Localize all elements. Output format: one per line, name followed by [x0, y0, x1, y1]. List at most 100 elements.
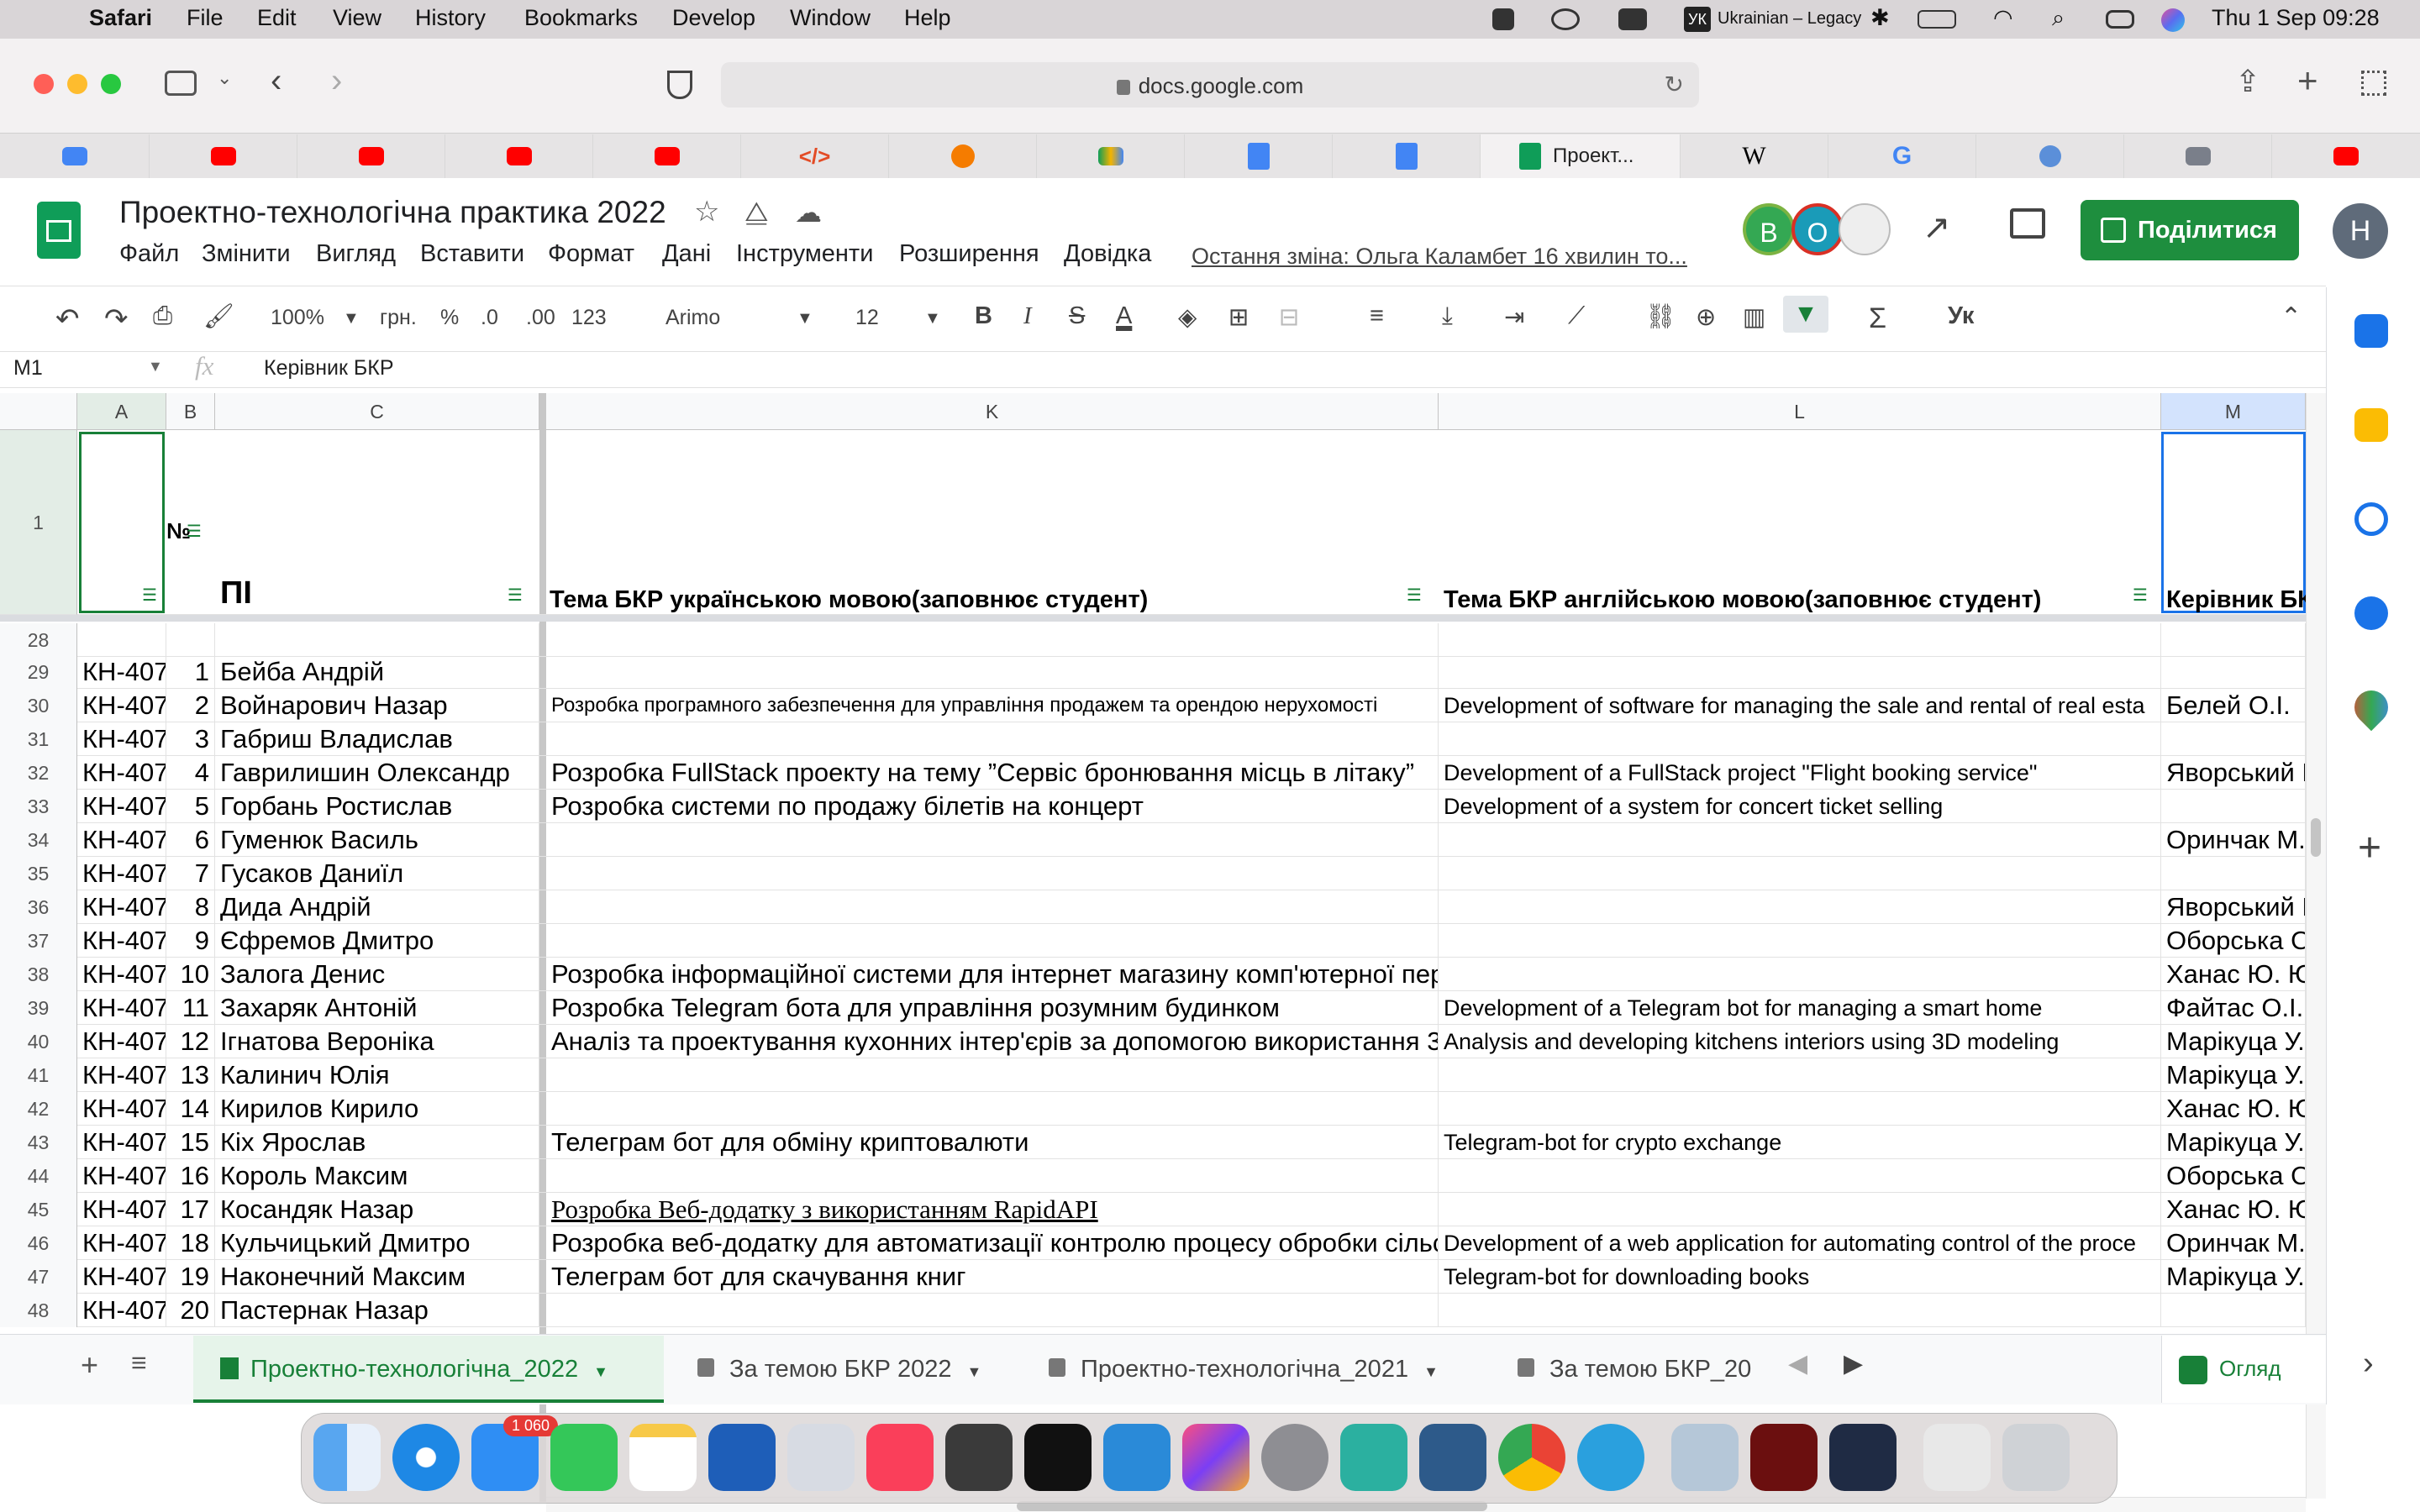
table-cell[interactable]: [166, 623, 215, 657]
share-button[interactable]: Поділитися: [2081, 200, 2299, 260]
table-cell[interactable]: Telegram-bot for crypto exchange: [1439, 1126, 2161, 1159]
name-box[interactable]: M1: [13, 356, 43, 381]
row-header[interactable]: 33: [0, 790, 77, 823]
collaborator-avatar[interactable]: О: [1791, 203, 1844, 255]
table-cell[interactable]: Гаврилишин Олександр: [215, 756, 539, 790]
table-cell[interactable]: [1439, 1159, 2161, 1193]
row-header[interactable]: 44: [0, 1159, 77, 1193]
row-header[interactable]: 1: [0, 430, 77, 615]
tab-wikipedia[interactable]: W: [1681, 134, 1828, 178]
keychain-icon[interactable]: [1340, 1424, 1407, 1491]
add-sheet-icon[interactable]: +: [81, 1347, 98, 1383]
forward-icon[interactable]: ›: [331, 62, 342, 100]
table-cell[interactable]: Єфремов Дмитро: [215, 924, 539, 958]
table-cell[interactable]: Марікуца У.: [2161, 1260, 2306, 1294]
table-cell[interactable]: [1439, 1193, 2161, 1226]
reload-icon[interactable]: ↻: [1665, 71, 1684, 98]
zoom-select[interactable]: 100%: [271, 306, 324, 330]
table-cell[interactable]: Development of a web application for aut…: [1439, 1226, 2161, 1260]
doc-title[interactable]: Проектно-технологічна практика 2022: [119, 195, 666, 230]
menubar-item-view[interactable]: View: [333, 5, 381, 31]
input-tools-button[interactable]: Ук: [1948, 302, 1974, 330]
table-cell[interactable]: [546, 655, 1439, 689]
table-cell[interactable]: Розробка FullStack проекту на тему ”Серв…: [546, 756, 1439, 790]
chevron-down-icon[interactable]: ▼: [148, 358, 163, 375]
row-header[interactable]: 35: [0, 857, 77, 890]
row-header[interactable]: 30: [0, 689, 77, 722]
row-header[interactable]: 29: [0, 655, 77, 689]
table-cell[interactable]: Наконечний Максим: [215, 1260, 539, 1294]
table-cell[interactable]: Кульчицький Дмитро: [215, 1226, 539, 1260]
table-cell[interactable]: 18: [166, 1226, 215, 1260]
table-cell[interactable]: 15: [166, 1126, 215, 1159]
add-addon-icon[interactable]: +: [2358, 825, 2381, 871]
vertical-scrollbar[interactable]: [2306, 393, 2326, 1499]
table-cell[interactable]: Захаряк Антоній: [215, 991, 539, 1025]
table-cell[interactable]: КН-407: [77, 1260, 166, 1294]
table-cell[interactable]: [1439, 722, 2161, 756]
currency-format-button[interactable]: грн.: [380, 306, 417, 330]
table-cell[interactable]: Ханас Ю. Ю: [2161, 1092, 2306, 1126]
word-icon[interactable]: [708, 1424, 776, 1491]
last-edit-link[interactable]: Остання зміна: Ольга Каламбет 16 хвилин …: [1192, 244, 1687, 270]
row-header[interactable]: 39: [0, 991, 77, 1025]
redo-icon[interactable]: ↷: [104, 302, 129, 336]
status-app-icon[interactable]: [1492, 8, 1514, 30]
table-cell[interactable]: Залога Денис: [215, 958, 539, 991]
row-header[interactable]: 43: [0, 1126, 77, 1159]
table-cell[interactable]: [215, 623, 539, 657]
scroll-tabs-left-icon[interactable]: ◀: [1788, 1349, 1807, 1378]
table-cell[interactable]: [2161, 790, 2306, 823]
table-cell[interactable]: [1439, 924, 2161, 958]
launchpad-icon[interactable]: [787, 1424, 855, 1491]
menu-data[interactable]: Дані: [662, 240, 711, 268]
table-cell[interactable]: Файтас О.І.: [2161, 991, 2306, 1025]
input-source-badge[interactable]: УК: [1684, 7, 1711, 32]
table-cell[interactable]: 7: [166, 857, 215, 890]
more-collaborators-icon[interactable]: [1839, 203, 1891, 255]
column-header-m[interactable]: M: [2161, 393, 2306, 430]
cell-a1[interactable]: ☰: [79, 432, 165, 613]
flash-icon[interactable]: [1750, 1424, 1818, 1491]
close-window-icon[interactable]: [34, 74, 54, 94]
row-header[interactable]: 45: [0, 1193, 77, 1226]
tab-google-translate[interactable]: [0, 134, 150, 178]
tab-code[interactable]: </>: [741, 134, 889, 178]
battery-icon[interactable]: [1918, 10, 1956, 29]
font-size-select[interactable]: 12: [855, 306, 879, 330]
filter-icon[interactable]: ☰: [187, 521, 202, 542]
table-cell[interactable]: [546, 722, 1439, 756]
table-cell[interactable]: 19: [166, 1260, 215, 1294]
table-cell[interactable]: Габриш Владислав: [215, 722, 539, 756]
sheet-tab-4[interactable]: За темою БКР_20: [1518, 1356, 1751, 1383]
menubar-app-name[interactable]: Safari: [89, 5, 152, 31]
formula-input[interactable]: Керівник БКР: [264, 356, 394, 381]
select-all-corner[interactable]: [0, 393, 77, 430]
table-cell[interactable]: [1439, 857, 2161, 890]
table-cell[interactable]: Розробка програмного забезпечення для уп…: [546, 689, 1439, 722]
table-cell[interactable]: [1439, 655, 2161, 689]
table-cell[interactable]: КН-407: [77, 924, 166, 958]
table-cell[interactable]: [1439, 890, 2161, 924]
tab-google-drive[interactable]: [1037, 134, 1185, 178]
table-cell[interactable]: КН-407: [77, 1159, 166, 1193]
table-cell[interactable]: КН-407: [77, 655, 166, 689]
table-cell[interactable]: [546, 1294, 1439, 1327]
vscode-icon[interactable]: [1103, 1424, 1171, 1491]
table-cell[interactable]: 12: [166, 1025, 215, 1058]
tab-youtube-1[interactable]: [150, 134, 297, 178]
table-cell[interactable]: [2161, 655, 2306, 689]
filter-icon[interactable]: ☰: [2133, 585, 2148, 606]
row-header[interactable]: 42: [0, 1092, 77, 1126]
table-cell[interactable]: 5: [166, 790, 215, 823]
table-cell[interactable]: Аналіз та проектування кухонних інтер'єр…: [546, 1025, 1439, 1058]
new-tab-icon[interactable]: +: [2297, 60, 2318, 101]
menu-format[interactable]: Формат: [548, 240, 634, 268]
table-cell[interactable]: Король Максим: [215, 1159, 539, 1193]
table-cell[interactable]: [1439, 823, 2161, 857]
table-cell[interactable]: Марікуца У.: [2161, 1126, 2306, 1159]
table-cell[interactable]: [546, 1159, 1439, 1193]
table-cell[interactable]: 16: [166, 1159, 215, 1193]
table-cell[interactable]: Косандяк Назар: [215, 1193, 539, 1226]
row-header[interactable]: 38: [0, 958, 77, 991]
